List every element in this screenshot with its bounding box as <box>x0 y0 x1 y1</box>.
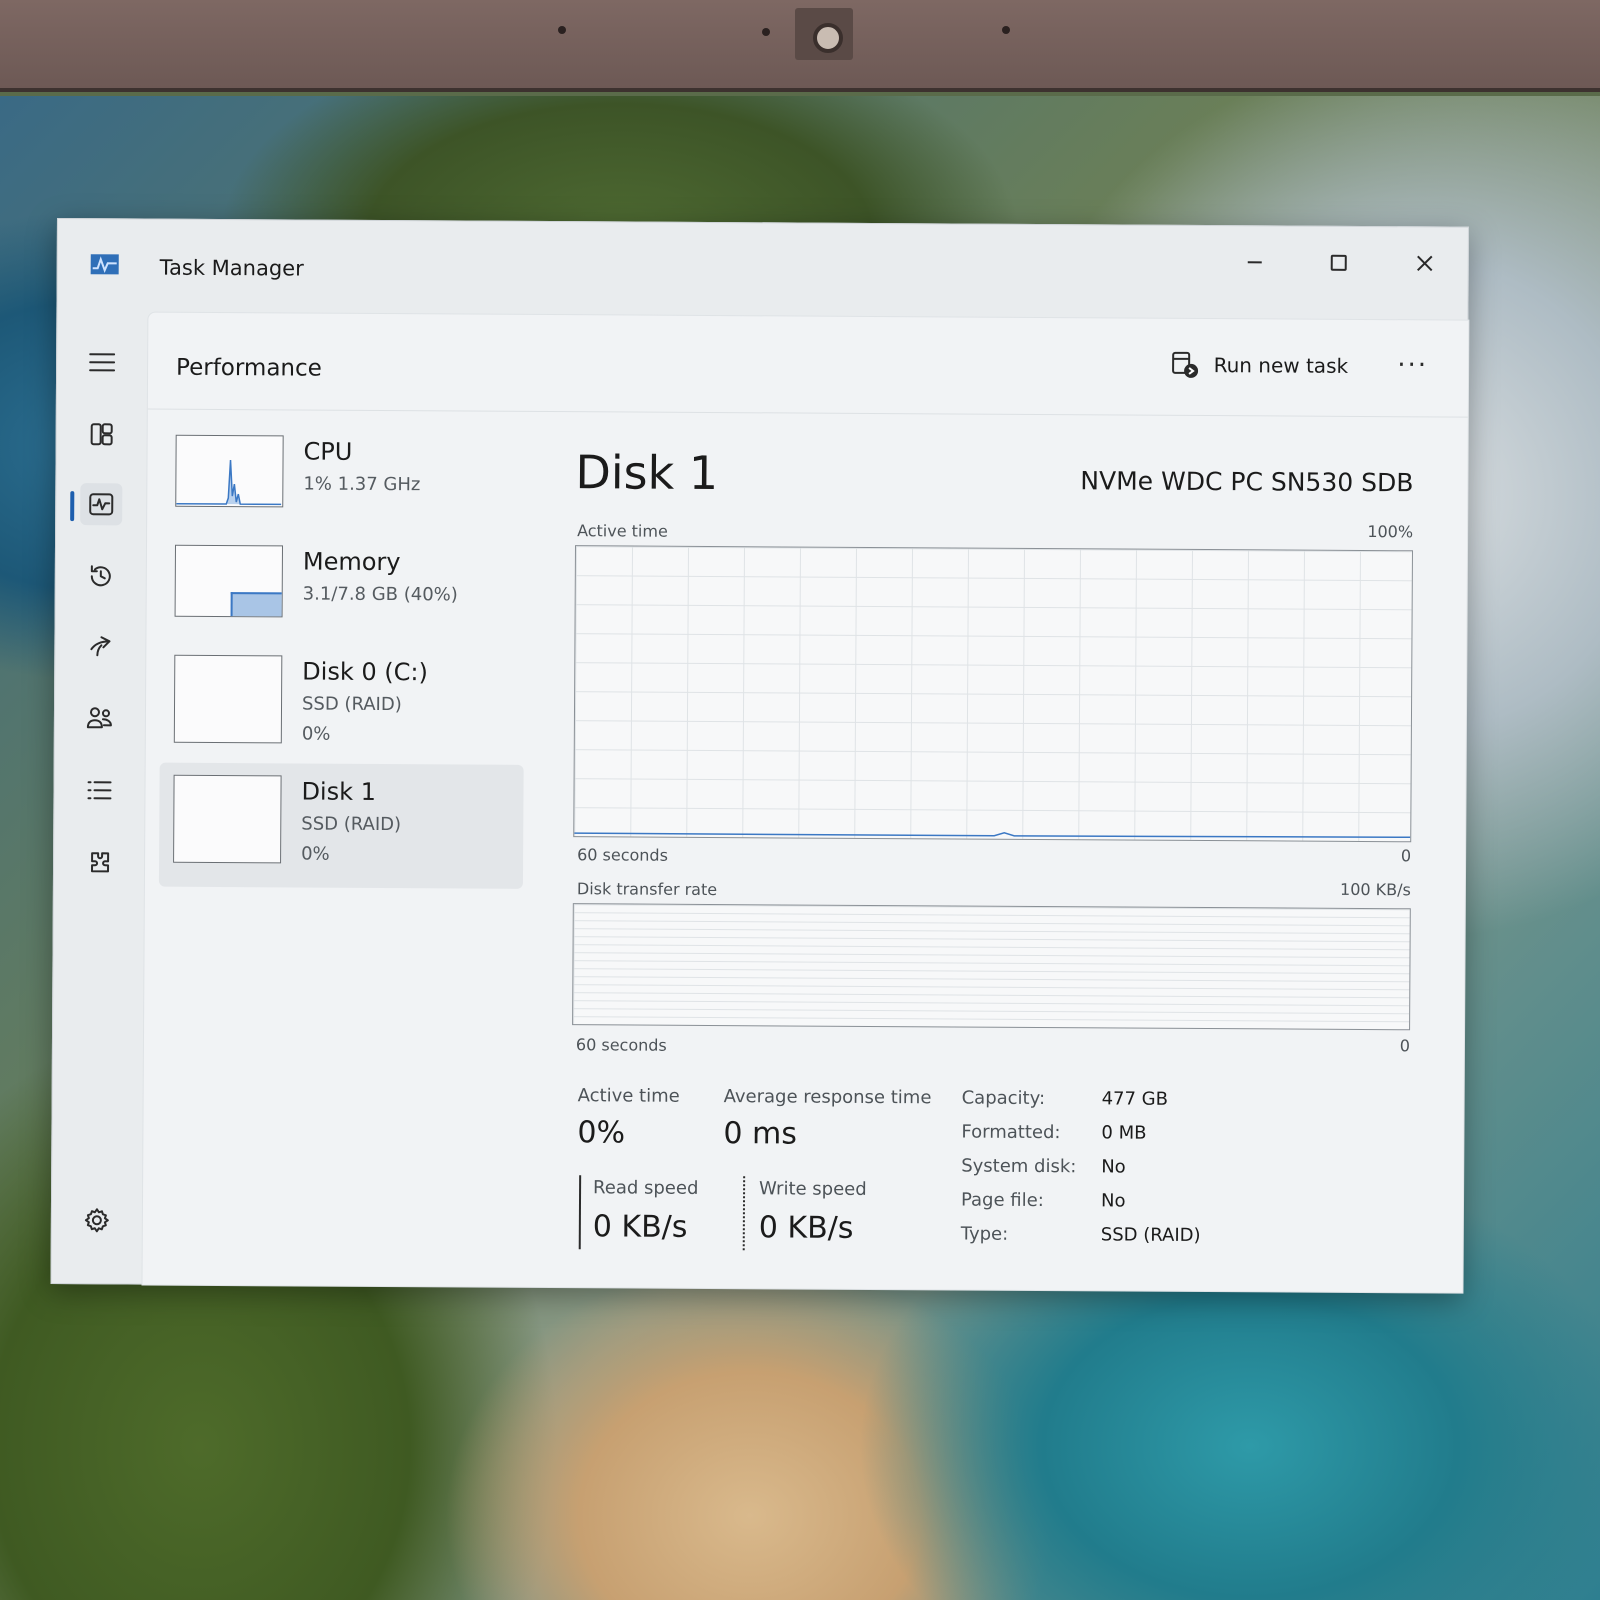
disk0-thumbnail-graph <box>173 654 283 744</box>
nav-performance[interactable] <box>80 483 123 526</box>
device-usage: 0% <box>301 723 331 745</box>
settings-button[interactable] <box>76 1199 118 1241</box>
device-list: CPU 1% 1.37 GHz Memory 3.1/7.8 GB (40%) … <box>158 423 526 889</box>
services-puzzle-icon <box>91 852 110 873</box>
run-new-task-label: Run new task <box>1213 353 1349 378</box>
startup-icon <box>90 636 111 657</box>
graph2-min: 0 <box>1399 1036 1411 1056</box>
disk1-thumbnail-graph <box>173 774 282 864</box>
disk-title: Disk 1 <box>575 445 719 501</box>
processes-icon <box>90 423 113 446</box>
device-item-disk0[interactable]: Disk 0 (C:) SSD (RAID) 0% <box>160 643 525 765</box>
write-speed-bar <box>742 1176 746 1251</box>
hamburger-icon <box>89 353 116 372</box>
memory-thumbnail-graph <box>174 544 284 618</box>
cpu-graph-line <box>176 460 282 506</box>
disk-properties: Capacity: 477 GB Formatted: 0 MB System … <box>961 1088 1410 1246</box>
active-time-graph <box>573 545 1413 843</box>
graph2-label: Disk transfer rate <box>576 879 718 900</box>
history-icon <box>90 565 111 587</box>
bezel-dot <box>1002 26 1010 34</box>
run-new-task-button[interactable]: Run new task <box>1172 351 1349 380</box>
property-value: No <box>1101 1156 1126 1178</box>
nav-users[interactable] <box>79 697 121 739</box>
read-speed-label: Read speed <box>593 1177 699 1199</box>
active-time-label: Active time <box>577 1085 680 1107</box>
write-speed-label: Write speed <box>759 1178 867 1200</box>
disk-transfer-rate-graph <box>572 903 1411 1031</box>
bezel-dot <box>558 26 566 34</box>
disk-model: NVMe WDC PC SN530 SDB <box>1080 466 1414 498</box>
property-key: Page file: <box>960 1189 1044 1212</box>
active-time-value: 0% <box>577 1115 626 1151</box>
device-usage: 3.1/7.8 GB (40%) <box>302 583 458 606</box>
window-title: Task Manager <box>159 255 304 281</box>
nav-details[interactable] <box>78 769 120 811</box>
device-item-disk1[interactable]: Disk 1 SSD (RAID) 0% <box>158 762 524 889</box>
device-name: Disk 0 (C:) <box>302 657 428 687</box>
read-speed-bar <box>578 1175 582 1250</box>
details-list-icon <box>87 781 112 800</box>
nav-services[interactable] <box>78 841 120 883</box>
property-key: Type: <box>960 1223 1009 1245</box>
minimize-button[interactable] <box>1228 242 1282 282</box>
run-task-icon <box>1172 351 1199 378</box>
device-name: Memory <box>302 547 401 577</box>
users-icon <box>86 707 112 729</box>
write-speed-value: 0 KB/s <box>758 1210 854 1246</box>
performance-panel: Performance Run new task ··· CPU 1% 1.37… <box>141 311 1470 1294</box>
graph1-label: Active time <box>577 521 668 541</box>
device-item-cpu[interactable]: CPU 1% 1.37 GHz <box>161 423 526 535</box>
nav-startup-apps[interactable] <box>79 625 121 667</box>
maximize-button[interactable] <box>1312 243 1366 283</box>
hamburger-menu-button[interactable] <box>81 341 123 383</box>
page-title: Performance <box>176 354 322 382</box>
device-name: CPU <box>303 437 353 466</box>
nav-processes[interactable] <box>81 413 123 455</box>
close-button[interactable] <box>1398 243 1452 283</box>
property-key: Capacity: <box>961 1087 1046 1110</box>
more-options-button[interactable]: ··· <box>1397 350 1428 380</box>
property-value: SSD (RAID) <box>1100 1224 1201 1247</box>
property-value: 0 MB <box>1101 1122 1147 1144</box>
active-nav-indicator <box>70 491 75 522</box>
device-name: Disk 1 <box>301 777 377 806</box>
property-value: 477 GB <box>1101 1088 1169 1110</box>
bezel-dot <box>762 28 770 36</box>
disk-stats: Active time 0% Average response time 0 m… <box>572 1085 1410 1251</box>
graph1-max: 100% <box>1367 522 1414 542</box>
memory-fill <box>230 592 282 617</box>
laptop-bezel <box>0 0 1600 92</box>
avg-response-label: Average response time <box>723 1086 932 1109</box>
device-usage: 1% 1.37 GHz <box>303 473 421 496</box>
device-type: SSD (RAID) <box>301 693 402 716</box>
active-time-line <box>574 832 1411 839</box>
nav-app-history[interactable] <box>80 555 122 597</box>
maximize-icon <box>1330 254 1347 271</box>
task-manager-window: Task Manager Performance Run new task ··… <box>50 218 1470 1294</box>
graph1-min: 0 <box>1400 846 1412 866</box>
device-usage: 0% <box>301 843 330 865</box>
avg-response-value: 0 ms <box>723 1116 798 1152</box>
graph1-span: 60 seconds <box>577 845 669 865</box>
property-key: System disk: <box>961 1155 1077 1178</box>
navigation-rail <box>51 311 147 1286</box>
property-value: No <box>1100 1190 1126 1212</box>
device-item-memory[interactable]: Memory 3.1/7.8 GB (40%) <box>160 533 525 645</box>
header-divider <box>147 408 1468 418</box>
performance-icon <box>89 493 114 516</box>
graph2-max: 100 KB/s <box>1340 879 1411 900</box>
minimize-icon <box>1247 261 1262 264</box>
settings-gear-icon <box>84 1208 109 1233</box>
device-type: SSD (RAID) <box>301 813 402 836</box>
webcam <box>795 8 853 60</box>
read-speed-value: 0 KB/s <box>592 1209 688 1245</box>
title-bar[interactable]: Task Manager <box>57 219 1468 320</box>
cpu-thumbnail-graph <box>175 434 284 508</box>
task-manager-app-icon <box>90 254 119 275</box>
close-icon <box>1417 255 1433 272</box>
graph2-span: 60 seconds <box>575 1035 667 1055</box>
property-key: Formatted: <box>961 1121 1061 1144</box>
disk-detail-pane: Disk 1 NVMe WDC PC SN530 SDB Active time… <box>572 425 1414 1251</box>
